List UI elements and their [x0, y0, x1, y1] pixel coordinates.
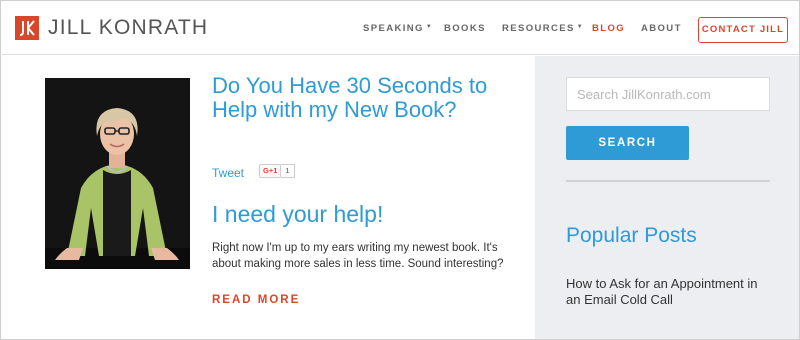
nav-blog-label: BLOG: [592, 23, 626, 34]
nav-about[interactable]: ABOUT: [641, 22, 682, 36]
post-subheading: I need your help!: [212, 201, 384, 227]
chevron-down-icon: ▼: [576, 24, 585, 30]
nav-speaking-label: SPEAKING: [363, 23, 424, 34]
post-excerpt: Right now I'm up to my ears writing my n…: [212, 242, 504, 270]
sidebar-divider: [566, 180, 770, 182]
tweet-link[interactable]: Tweet: [212, 166, 244, 180]
site-logo-text[interactable]: JILL KONRATH: [48, 15, 208, 41]
logo-icon[interactable]: [15, 16, 39, 40]
popular-posts-heading: Popular Posts: [566, 224, 697, 247]
nav-books[interactable]: BOOKS: [444, 22, 486, 36]
nav-resources[interactable]: RESOURCES ▼: [502, 22, 584, 37]
nav-books-label: BOOKS: [444, 23, 486, 34]
post-title[interactable]: Do You Have 30 Seconds to Help with my N…: [212, 74, 512, 122]
site-header: JILL KONRATH SPEAKING ▼ BOOKS RESOURCES ▼ …: [2, 2, 799, 55]
nav-about-label: ABOUT: [641, 23, 682, 34]
contact-button[interactable]: CONTACT JILL: [698, 17, 788, 43]
read-more-link[interactable]: READ MORE: [212, 294, 300, 306]
popular-post-link[interactable]: How to Ask for an Appointment in an Emai…: [566, 276, 766, 308]
nav-blog[interactable]: BLOG: [592, 22, 625, 36]
nav-speaking[interactable]: SPEAKING ▼: [363, 22, 433, 37]
search-input[interactable]: [566, 77, 770, 111]
chevron-down-icon: ▼: [425, 24, 434, 30]
search-button[interactable]: SEARCH: [566, 126, 689, 160]
sidebar: SEARCH Popular Posts How to Ask for an A…: [535, 56, 799, 339]
google-plus-button[interactable]: G+1 1: [259, 164, 295, 178]
google-plus-icon: G+1: [259, 164, 282, 178]
google-plus-count: 1: [281, 164, 295, 178]
main-content: Do You Have 30 Seconds to Help with my N…: [2, 56, 535, 339]
page-frame: JILL KONRATH SPEAKING ▼ BOOKS RESOURCES ▼ …: [0, 0, 800, 340]
nav-resources-label: RESOURCES: [502, 23, 575, 34]
author-photo[interactable]: [45, 78, 190, 269]
